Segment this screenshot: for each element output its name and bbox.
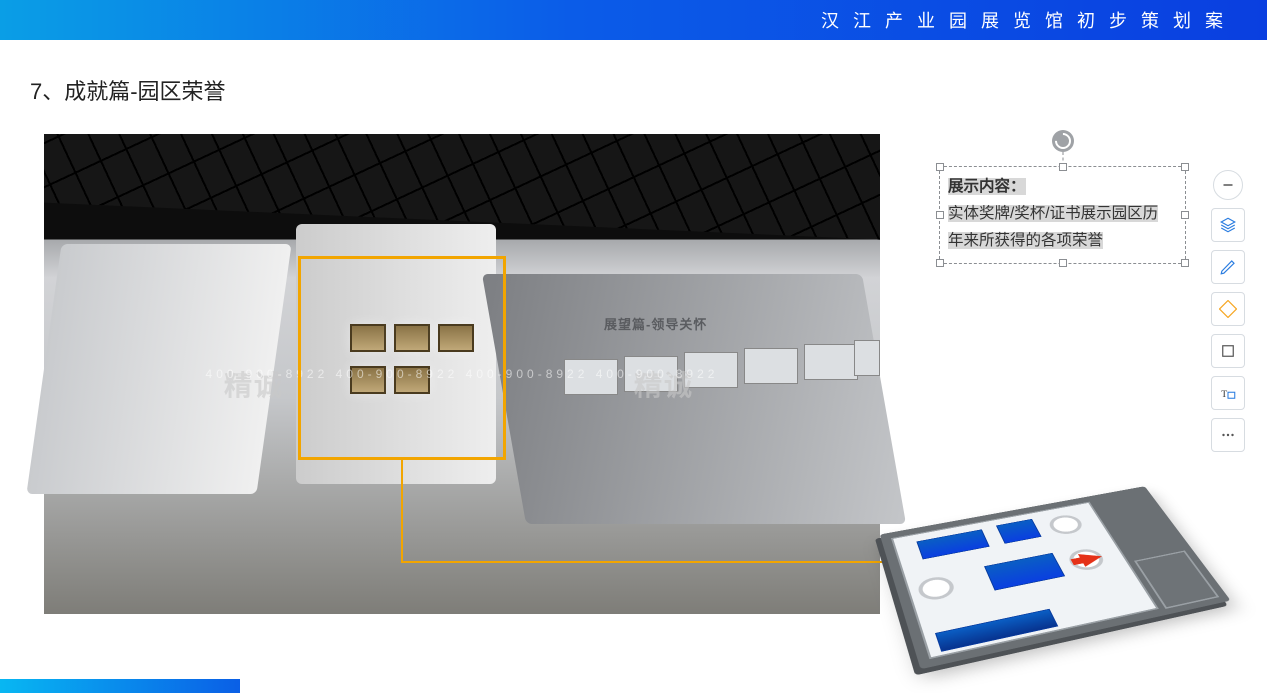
more-button[interactable] <box>1211 418 1245 452</box>
svg-text:T: T <box>1221 389 1227 400</box>
resize-handle[interactable] <box>1181 211 1189 219</box>
header-title: 汉江产业园展览馆初步策划案 <box>821 7 1237 33</box>
floorplan-base <box>880 486 1231 669</box>
right-wall-title: 展望篇-领导关怀 <box>604 314 707 333</box>
slide-title: 7、成就篇-园区荣誉 <box>30 74 226 106</box>
award-frame <box>394 324 430 352</box>
header-banner: 汉江产业园展览馆初步策划案 <box>0 0 1267 40</box>
resize-handle[interactable] <box>1059 259 1067 267</box>
floating-toolbar: T <box>1211 170 1245 452</box>
textstyle-button[interactable]: T <box>1211 376 1245 410</box>
resize-handle[interactable] <box>1181 259 1189 267</box>
wall-photo <box>744 348 798 384</box>
crop-button[interactable] <box>1211 334 1245 368</box>
layers-button[interactable] <box>1211 208 1245 242</box>
wall-photo <box>804 344 858 380</box>
pen-button[interactable] <box>1211 250 1245 284</box>
rotate-handle-icon[interactable] <box>1052 130 1074 152</box>
wall-photo <box>564 359 618 395</box>
textbox-line3: 年来所获得的各项荣誉 <box>948 232 1103 249</box>
main-render-image: 展望篇-领导关怀 精诚 精诚 400-900-8922 400-900-8922… <box>44 134 880 614</box>
award-frame <box>438 324 474 352</box>
textbox-selection[interactable]: 展示内容： 实体奖牌/奖杯/证书展示园区历 年来所获得的各项荣誉 <box>939 166 1186 264</box>
resize-handle[interactable] <box>1181 163 1189 171</box>
shape-button[interactable] <box>1211 292 1245 326</box>
wall-center <box>296 224 496 484</box>
award-frame <box>350 366 386 394</box>
resize-handle[interactable] <box>1059 163 1067 171</box>
watermark-logo: 精诚 <box>634 364 694 404</box>
textbox-content[interactable]: 展示内容： 实体奖牌/奖杯/证书展示园区历 年来所获得的各项荣誉 <box>939 166 1186 264</box>
resize-handle[interactable] <box>936 163 944 171</box>
watermark-logo: 精诚 <box>224 364 284 404</box>
wall-photo <box>854 340 880 376</box>
bottom-accent-bar <box>0 679 240 693</box>
award-frame <box>350 324 386 352</box>
mini-floorplan <box>880 486 1231 669</box>
textbox-line2: 实体奖牌/奖杯/证书展示园区历 <box>948 205 1158 222</box>
collapse-button[interactable] <box>1213 170 1243 200</box>
resize-handle[interactable] <box>936 259 944 267</box>
textbox-line1: 展示内容： <box>948 178 1026 195</box>
award-frame <box>394 366 430 394</box>
resize-handle[interactable] <box>936 211 944 219</box>
